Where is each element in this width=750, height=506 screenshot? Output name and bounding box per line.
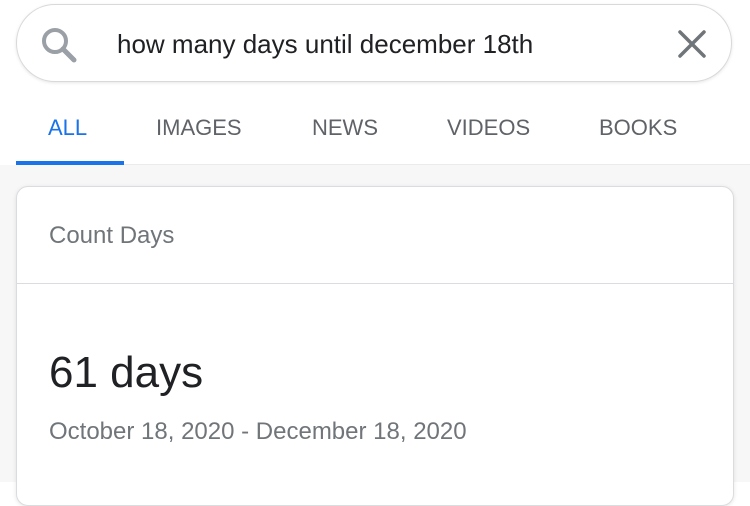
tab-news[interactable]: NEWS bbox=[312, 114, 378, 142]
tab-videos[interactable]: VIDEOS bbox=[447, 114, 530, 142]
tab-all[interactable]: ALL bbox=[48, 114, 87, 142]
close-icon[interactable] bbox=[675, 27, 709, 61]
card-title: Count Days bbox=[49, 222, 175, 249]
search-tabs: ALL IMAGES NEWS VIDEOS BOOKS bbox=[16, 100, 750, 165]
search-bar[interactable]: how many days until december 18th bbox=[16, 4, 732, 82]
search-input[interactable]: how many days until december 18th bbox=[117, 27, 533, 61]
tab-images[interactable]: IMAGES bbox=[156, 114, 242, 142]
date-range: October 18, 2020 - December 18, 2020 bbox=[49, 418, 467, 445]
count-days-card: Count Days 61 days October 18, 2020 - De… bbox=[16, 186, 734, 506]
card-divider bbox=[17, 283, 733, 284]
search-icon[interactable] bbox=[39, 25, 79, 65]
days-result: 61 days bbox=[49, 348, 204, 397]
tab-books[interactable]: BOOKS bbox=[599, 114, 677, 142]
